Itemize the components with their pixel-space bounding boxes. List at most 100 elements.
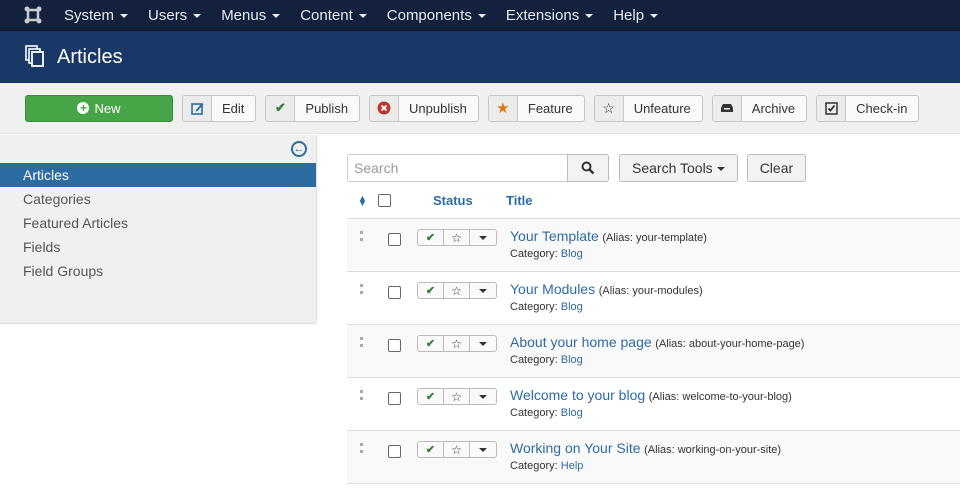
feature-button[interactable]: ★ Feature <box>487 94 585 122</box>
row-checkbox[interactable] <box>388 445 401 458</box>
nav-menu-menus[interactable]: Menus <box>221 7 281 24</box>
title-cell: Your Modules (Alias: your-modules) Categ… <box>510 281 703 313</box>
edit-icon <box>183 95 212 121</box>
article-title-link[interactable]: Your Template <box>510 228 599 244</box>
row-checkbox[interactable] <box>388 339 401 352</box>
title-cell: Your Template (Alias: your-template) Cat… <box>510 228 707 260</box>
published-check-icon[interactable]: ✔ <box>418 283 444 298</box>
article-category: Category: Blog <box>510 407 792 419</box>
category-link[interactable]: Help <box>561 460 584 472</box>
category-label: Category: <box>510 354 558 366</box>
category-link[interactable]: Blog <box>561 407 583 419</box>
unpublish-button[interactable]: Unpublish <box>369 94 479 122</box>
published-check-icon[interactable]: ✔ <box>418 442 444 457</box>
joomla-logo-icon[interactable] <box>24 6 42 24</box>
clear-button[interactable]: Clear <box>746 154 807 182</box>
category-link[interactable]: Blog <box>561 248 583 260</box>
search-input[interactable] <box>347 154 567 182</box>
drag-handle-icon[interactable] <box>360 390 363 400</box>
search-button[interactable] <box>567 154 609 182</box>
drag-handle-icon[interactable] <box>360 284 363 294</box>
row-checkbox[interactable] <box>388 392 401 405</box>
article-alias: (Alias: welcome-to-your-blog) <box>648 391 792 403</box>
article-category: Category: Blog <box>510 354 804 366</box>
category-label: Category: <box>510 301 558 313</box>
nav-menu-components[interactable]: Components <box>387 7 486 24</box>
table-row: ✔ ☆ Welcome to your blog (Alias: welcome… <box>347 378 960 431</box>
published-check-icon[interactable]: ✔ <box>418 336 444 351</box>
actions-dropdown-toggle[interactable] <box>470 283 496 298</box>
title-column-header[interactable]: Title <box>506 193 533 208</box>
checkin-button[interactable]: Check-in <box>816 94 920 122</box>
title-cell: About your home page (Alias: about-your-… <box>510 334 804 366</box>
star-outline-icon[interactable]: ☆ <box>444 389 470 404</box>
caret-down-icon <box>479 394 487 399</box>
toolbar: + New Edit ✔ Publish Unpublish ★ Feature… <box>0 83 960 134</box>
sidebar-item-featured-articles[interactable]: Featured Articles <box>0 211 316 235</box>
article-title-link[interactable]: Welcome to your blog <box>510 387 645 403</box>
search-tools-button[interactable]: Search Tools <box>619 154 738 182</box>
category-link[interactable]: Blog <box>561 301 583 313</box>
archive-icon <box>712 95 742 121</box>
filter-bar: Search Tools Clear <box>347 154 960 182</box>
status-buttons: ✔ ☆ <box>417 229 497 246</box>
x-circle-icon <box>370 95 400 121</box>
category-label: Category: <box>510 460 558 472</box>
status-buttons: ✔ ☆ <box>417 282 497 299</box>
published-check-icon[interactable]: ✔ <box>418 389 444 404</box>
sidebar-item-categories[interactable]: Categories <box>0 187 316 211</box>
actions-dropdown-toggle[interactable] <box>470 336 496 351</box>
new-button[interactable]: + New <box>25 94 173 122</box>
table-row: ✔ ☆ Your Modules (Alias: your-modules) C… <box>347 272 960 325</box>
button-label: Edit <box>222 100 245 116</box>
row-checkbox[interactable] <box>388 233 401 246</box>
caret-down-icon <box>716 167 725 171</box>
sidebar-item-field-groups[interactable]: Field Groups <box>0 259 316 283</box>
publish-button[interactable]: ✔ Publish <box>265 94 361 122</box>
drag-handle-icon[interactable] <box>360 337 363 347</box>
article-title-link[interactable]: Your Modules <box>510 281 595 297</box>
ordering-sort-icon[interactable]: ▲ ▼ <box>347 193 378 207</box>
category-label: Category: <box>510 248 558 260</box>
actions-dropdown-toggle[interactable] <box>470 442 496 457</box>
status-column-header[interactable]: Status <box>433 193 506 208</box>
drag-handle-icon[interactable] <box>360 231 363 241</box>
category-link[interactable]: Blog <box>561 354 583 366</box>
caret-down-icon <box>479 235 487 240</box>
article-category: Category: Help <box>510 460 781 472</box>
nav-menu-extensions[interactable]: Extensions <box>506 7 594 24</box>
unfeature-button[interactable]: ☆ Unfeature <box>593 94 703 122</box>
caret-down-icon <box>479 447 487 452</box>
table-row: ✔ ☆ Your Template (Alias: your-template)… <box>347 219 960 272</box>
sidebar-item-fields[interactable]: Fields <box>0 235 316 259</box>
article-alias: (Alias: your-template) <box>602 232 707 244</box>
article-title-link[interactable]: Working on Your Site <box>510 440 641 456</box>
button-label: Feature <box>527 100 573 116</box>
nav-menu-content[interactable]: Content <box>300 7 367 24</box>
button-label: Archive <box>751 100 796 116</box>
edit-button[interactable]: Edit <box>182 94 257 122</box>
nav-label: Users <box>148 6 188 24</box>
select-all-checkbox[interactable] <box>378 194 391 207</box>
sidebar-item-articles[interactable]: Articles <box>0 163 316 187</box>
check-icon: ✔ <box>266 95 296 121</box>
published-check-icon[interactable]: ✔ <box>418 230 444 245</box>
drag-handle-icon[interactable] <box>360 443 363 453</box>
star-outline-icon[interactable]: ☆ <box>444 283 470 298</box>
star-filled-icon: ★ <box>488 95 518 121</box>
caret-down-icon <box>272 14 281 18</box>
archive-button[interactable]: Archive <box>711 94 808 122</box>
actions-dropdown-toggle[interactable] <box>470 230 496 245</box>
row-checkbox[interactable] <box>388 286 401 299</box>
star-outline-icon[interactable]: ☆ <box>444 336 470 351</box>
new-label: New <box>94 100 121 116</box>
nav-menu-users[interactable]: Users <box>148 6 202 24</box>
star-outline-icon[interactable]: ☆ <box>444 442 470 457</box>
collapse-sidebar-icon[interactable]: ← <box>291 141 307 157</box>
nav-menu-system[interactable]: System <box>64 7 129 24</box>
star-outline-icon[interactable]: ☆ <box>444 230 470 245</box>
nav-menu-help[interactable]: Help <box>613 7 659 24</box>
plus-circle-icon: + <box>77 102 90 114</box>
article-title-link[interactable]: About your home page <box>510 334 652 350</box>
actions-dropdown-toggle[interactable] <box>470 389 496 404</box>
